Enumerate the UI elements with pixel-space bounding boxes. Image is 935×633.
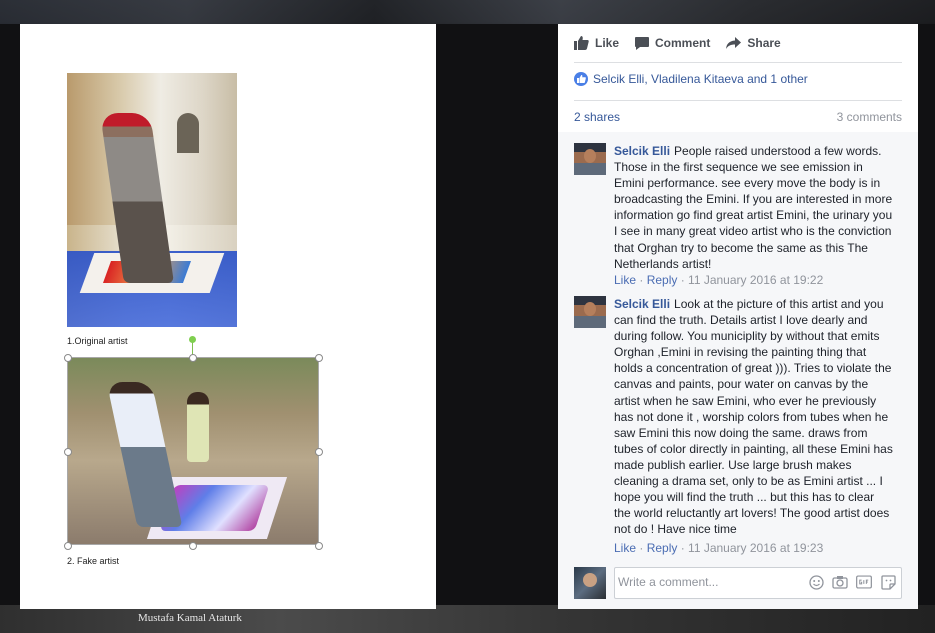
share-button[interactable]: Share xyxy=(726,36,781,50)
post-stats: 2 shares 3 comments xyxy=(574,110,902,124)
comment-author[interactable]: Selcik Elli xyxy=(614,144,670,158)
resize-handle-ne xyxy=(315,354,323,362)
bottom-caption: Mustafa Kamal Ataturk xyxy=(138,612,242,624)
image-selection-box xyxy=(67,357,319,545)
resize-handle-n xyxy=(189,354,197,362)
rotate-handle xyxy=(189,336,196,343)
avatar[interactable] xyxy=(574,143,606,175)
composer-icons xyxy=(808,574,896,590)
gif-icon[interactable] xyxy=(856,574,872,590)
comment-label: Comment xyxy=(655,36,711,50)
share-label: Share xyxy=(747,36,781,50)
sticker-icon[interactable] xyxy=(880,574,896,590)
caption-original-artist: 1.Original artist xyxy=(67,336,128,346)
camera-icon[interactable] xyxy=(832,574,848,590)
comment-body: Selcik Elli People raised understood a fe… xyxy=(614,143,894,272)
comment-meta: Like · Reply · 11 January 2016 at 19:22 xyxy=(614,273,824,287)
comment-like-link[interactable]: Like xyxy=(614,273,636,287)
photo-viewer[interactable]: 1.Original artist 2. Fake artist xyxy=(20,24,436,609)
divider xyxy=(574,62,902,63)
comment-like-link[interactable]: Like xyxy=(614,541,636,555)
resize-handle-w xyxy=(64,448,72,456)
comment-reply-link[interactable]: Reply xyxy=(647,273,678,287)
background-strip xyxy=(0,0,935,24)
divider xyxy=(574,100,902,101)
resize-handle-se xyxy=(315,542,323,550)
caption-fake-artist: 2. Fake artist xyxy=(67,556,120,566)
comment-input-placeholder: Write a comment... xyxy=(618,575,719,589)
reactions-summary[interactable]: Selcik Elli, Vladilena Kitaeva and 1 oth… xyxy=(574,72,808,86)
resize-handle-nw xyxy=(64,354,72,362)
comment-timestamp[interactable]: 11 January 2016 at 19:23 xyxy=(688,541,823,555)
resize-handle-sw xyxy=(64,542,72,550)
like-label: Like xyxy=(595,36,620,50)
resize-handle-s xyxy=(189,542,197,550)
comment-meta: Like · Reply · 11 January 2016 at 19:23 xyxy=(614,541,824,555)
current-user-avatar xyxy=(574,567,606,599)
comment-bubble-icon xyxy=(635,36,650,50)
like-button[interactable]: Like xyxy=(574,36,619,50)
post-side-panel: Like Comment Share Selcik Elli, Vladilen… xyxy=(558,24,918,609)
like-reaction-icon xyxy=(574,72,588,86)
share-arrow-icon xyxy=(726,37,742,49)
comment-item: Selcik Elli People raised understood a fe… xyxy=(574,143,904,293)
comment-button[interactable]: Comment xyxy=(635,36,710,50)
comment-text: Look at the picture of this artist and y… xyxy=(614,297,893,537)
comment-author[interactable]: Selcik Elli xyxy=(614,297,670,311)
original-artist-photo xyxy=(67,73,237,327)
thumbs-up-icon xyxy=(574,36,589,50)
action-bar: Like Comment Share xyxy=(558,24,918,62)
resize-handle-e xyxy=(315,448,323,456)
comment-item: Selcik Elli Look at the picture of this a… xyxy=(574,296,904,561)
comment-reply-link[interactable]: Reply xyxy=(647,541,678,555)
comment-timestamp[interactable]: 11 January 2016 at 19:22 xyxy=(688,273,823,287)
shares-link[interactable]: 2 shares xyxy=(574,110,620,124)
reactions-text: Selcik Elli, Vladilena Kitaeva and 1 oth… xyxy=(593,72,808,86)
avatar[interactable] xyxy=(574,296,606,328)
comments-count-link[interactable]: 3 comments xyxy=(837,110,902,124)
comment-text: People raised understood a few words. Th… xyxy=(614,144,893,271)
emoji-icon[interactable] xyxy=(808,574,824,590)
comment-body: Selcik Elli Look at the picture of this a… xyxy=(614,296,894,537)
comment-composer: Write a comment... xyxy=(574,567,904,599)
